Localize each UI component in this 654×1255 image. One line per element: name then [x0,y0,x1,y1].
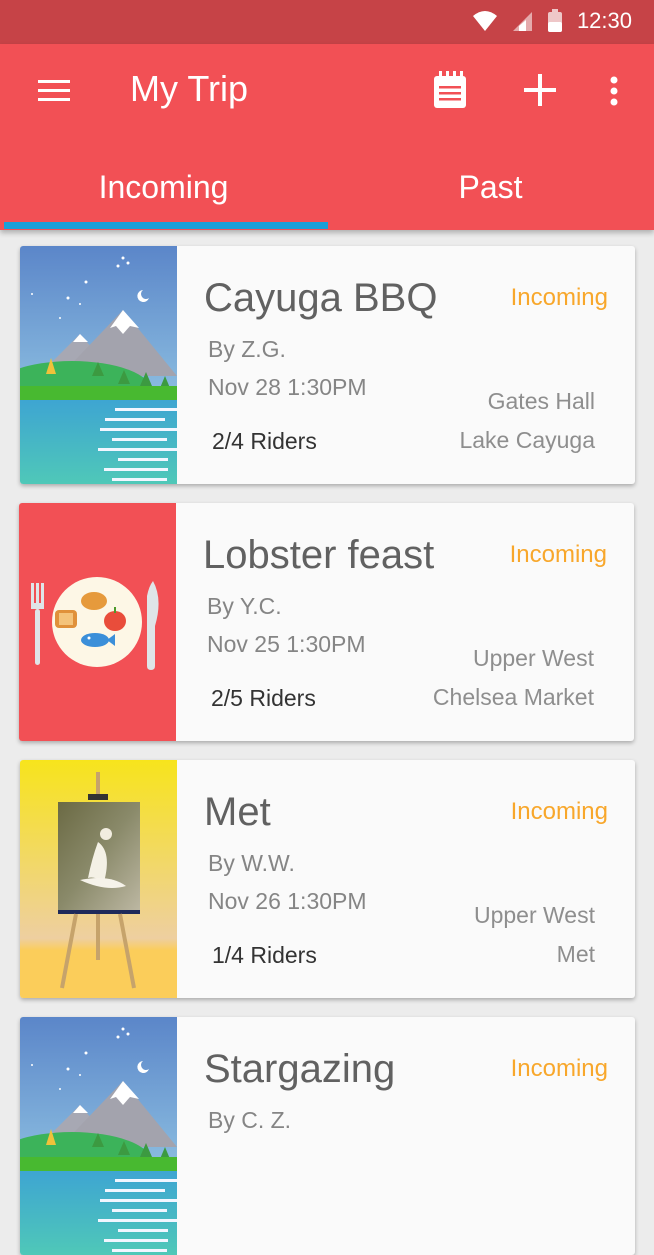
destination-location: Met [556,941,595,967]
trip-organizer: By Y.C. [207,593,282,619]
trip-organizer: By W.W. [208,850,295,876]
trip-card[interactable]: Lobster feast Incoming By Y.C. Nov 25 1:… [19,503,634,741]
status-badge: Incoming [509,541,607,568]
destination-location: Chelsea Market [432,684,594,710]
tab-past[interactable]: Past [327,156,654,230]
origin-location: Upper West [473,902,595,928]
status-badge: Incoming [510,1055,608,1082]
destination-location: Lake Cayuga [459,427,595,453]
trip-card[interactable]: Cayuga BBQ Incoming By Z.G. Nov 28 1:30P… [20,246,635,484]
wifi-icon [472,11,497,31]
origin-location: Gates Hall [487,388,595,414]
easel-painting-icon [20,760,177,998]
tab-incoming[interactable]: Incoming [0,156,327,230]
mountain-lake-icon [20,246,177,484]
clock: 12:30 [576,8,632,33]
trip-organizer: By Z.G. [208,336,286,362]
tab-indicator [4,222,328,229]
trip-name: Stargazing [204,1047,396,1091]
riders-count: 2/4 Riders [212,428,317,454]
hamburger-menu-icon[interactable] [36,72,74,110]
trip-card[interactable]: Stargazing Incoming By C. Z. [20,1017,635,1255]
page-title: My Trip [130,68,249,109]
add-icon[interactable] [518,68,562,112]
tab-bar: Incoming Past [0,156,654,230]
trip-card[interactable]: Met Incoming By W.W. Nov 26 1:30PM 1/4 R… [20,760,635,998]
trip-name: Cayuga BBQ [204,276,438,320]
trip-date: Nov 28 1:30PM [208,374,367,400]
battery-icon [547,9,562,32]
food-plate-icon [19,503,176,741]
calendar-icon[interactable] [430,68,474,112]
more-options-icon[interactable] [600,68,628,112]
trip-organizer: By C. Z. [208,1107,292,1133]
origin-location: Upper West [472,645,594,671]
status-badge: Incoming [510,284,608,311]
trip-date: Nov 25 1:30PM [207,631,366,657]
riders-count: 1/4 Riders [212,942,317,968]
cellular-signal-icon [512,12,532,31]
trip-name: Met [204,790,271,834]
trip-name: Lobster feast [203,533,435,577]
app-bar: My Trip Incoming Past [0,44,654,230]
status-badge: Incoming [510,798,608,825]
status-bar: 12:30 [0,0,654,44]
trip-date: Nov 26 1:30PM [208,888,367,914]
mountain-lake-icon [20,1017,177,1255]
riders-count: 2/5 Riders [211,685,316,711]
